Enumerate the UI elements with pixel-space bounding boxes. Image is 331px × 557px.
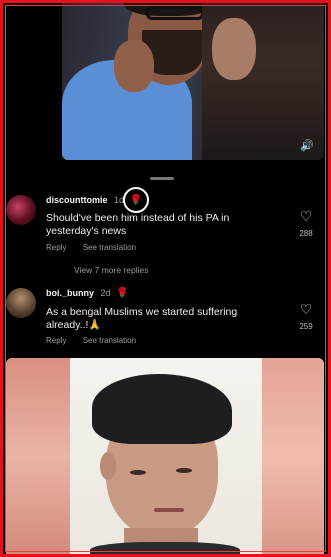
like-count: 259 bbox=[299, 322, 313, 331]
comment-actions: Reply See translation bbox=[46, 243, 150, 252]
photo-person-eye bbox=[176, 468, 192, 473]
see-translation-button[interactable]: See translation bbox=[83, 243, 136, 252]
video-second-person-face bbox=[212, 18, 256, 80]
comment-header: boi._bunny 2d 🌹 bbox=[46, 288, 129, 299]
see-translation-button[interactable]: See translation bbox=[83, 336, 136, 345]
like-count: 288 bbox=[299, 229, 313, 238]
photo-person-ear bbox=[100, 452, 116, 480]
comment-username[interactable]: discounttomie bbox=[46, 195, 108, 205]
rose-icon: 🌹 bbox=[116, 288, 129, 299]
like-control[interactable]: ♡ 288 bbox=[294, 209, 318, 238]
photo-person-eye bbox=[130, 470, 146, 475]
comment-item: discounttomie 1d 🌹 Should've been him in… bbox=[6, 187, 322, 255]
heart-icon[interactable]: ♡ bbox=[294, 209, 318, 223]
comment-time: 2d bbox=[100, 288, 111, 298]
reply-button[interactable]: Reply bbox=[46, 336, 66, 345]
speaker-icon[interactable]: 🔊 bbox=[300, 139, 314, 152]
comment-text: As a bengal Muslims we started suffering… bbox=[46, 306, 238, 331]
comment-username[interactable]: boi._bunny bbox=[46, 288, 94, 298]
video-person-glasses bbox=[146, 6, 204, 20]
avatar[interactable] bbox=[6, 288, 36, 318]
view-more-replies-button[interactable]: View 7 more replies bbox=[74, 265, 149, 275]
sheet-drag-handle[interactable] bbox=[150, 177, 174, 180]
heart-icon[interactable]: ♡ bbox=[294, 302, 318, 316]
video-person-hand bbox=[114, 40, 154, 92]
comment-text: Should've been him instead of his PA in … bbox=[46, 212, 230, 237]
like-control[interactable]: ♡ 259 bbox=[294, 302, 318, 331]
highlight-circle bbox=[123, 187, 149, 213]
photo-person-hair bbox=[92, 374, 232, 444]
avatar[interactable] bbox=[6, 195, 36, 225]
overlay-photo bbox=[6, 358, 324, 554]
photo-person-mouth bbox=[154, 508, 184, 512]
reply-button[interactable]: Reply bbox=[46, 243, 66, 252]
comment-actions: Reply See translation bbox=[46, 336, 150, 345]
photo-left-panel bbox=[6, 358, 70, 554]
photo-right-panel bbox=[260, 358, 324, 554]
comment-item: boi._bunny 2d 🌹 As a bengal Muslims we s… bbox=[6, 288, 322, 348]
video-player[interactable]: 🔊 bbox=[62, 0, 324, 160]
photo-person-shirt bbox=[90, 542, 240, 554]
